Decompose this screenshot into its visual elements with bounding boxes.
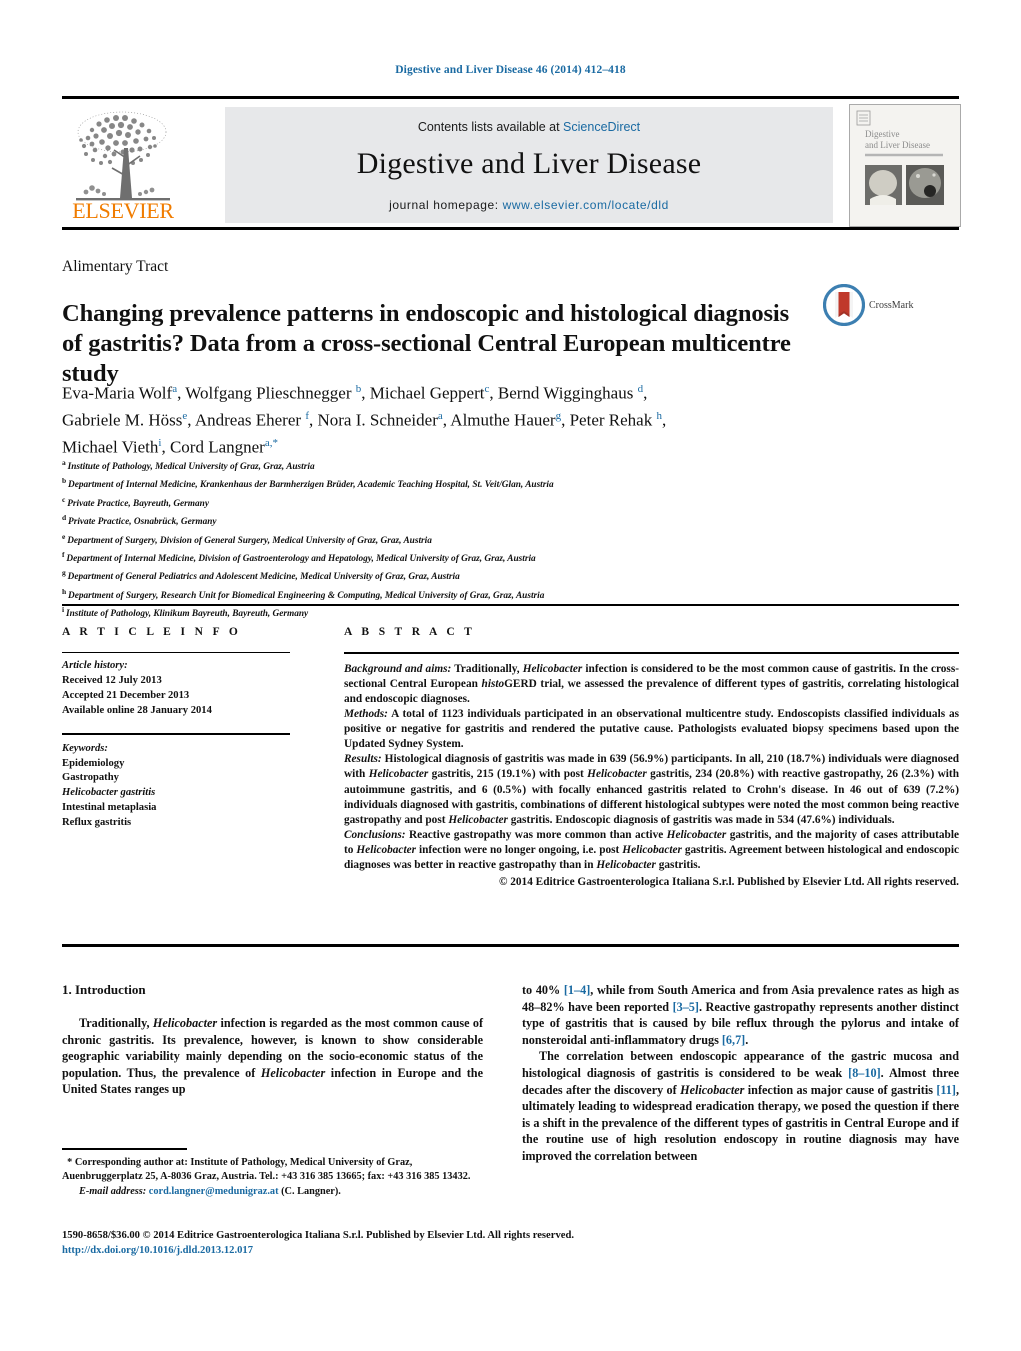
footnote-asterisk: * [62, 1157, 75, 1168]
body-column-right: to 40% [1–4], while from South America a… [522, 982, 959, 1165]
abstract-results-label: Results: [344, 753, 382, 766]
affiliation-text: Department of Internal Medicine, Kranken… [68, 480, 554, 491]
keyword-item: Reflux gastritis [62, 816, 132, 828]
affiliation-text: Department of General Pediatrics and Ado… [67, 572, 460, 583]
abstract-bottom-rule [62, 944, 959, 947]
article-history-block: Article history: Received 12 July 2013 A… [62, 659, 307, 718]
affiliation-text: Institute of Pathology, Medical Universi… [67, 462, 315, 473]
journal-masthead: ELSEVIER Contents lists available at Sci… [62, 96, 961, 230]
abstract-results: Results: Histological diagnosis of gastr… [344, 752, 959, 827]
affiliation-item: e Department of Surgery, Division of Gen… [62, 530, 882, 548]
keywords-rule [62, 733, 290, 735]
issn-copyright-line: 1590-8658/$36.00 © 2014 Editrice Gastroe… [62, 1230, 574, 1241]
email-line: E-mail address: cord.langner@medunigraz.… [62, 1185, 488, 1199]
accepted-date: Accepted 21 December 2013 [62, 689, 190, 701]
email-person: (C. Langner). [281, 1185, 341, 1197]
masthead-top-rule [62, 96, 959, 99]
info-section-rule [62, 604, 959, 606]
affiliation-text: Private Practice, Osnabrück, Germany [68, 517, 217, 528]
abstract-methods: Methods: A total of 1123 individuals par… [344, 707, 959, 752]
affiliation-item: c Private Practice, Bayreuth, Germany [62, 493, 882, 511]
abstract-background: Background and aims: Traditionally, Heli… [344, 662, 959, 707]
elsevier-tree-icon [76, 111, 170, 201]
journal-title: Digestive and Liver Disease [356, 147, 702, 180]
affiliation-text: Institute of Pathology, Klinikum Bayreut… [65, 609, 309, 620]
keywords-block: Keywords: Epidemiology Gastropathy Helic… [62, 742, 307, 831]
author-list: Eva-Maria Wolfa, Wolfgang Plieschnegger … [62, 383, 667, 457]
crossmark-badge[interactable]: CrossMark [822, 283, 943, 330]
introduction-paragraph-left: Traditionally, Helicobacter infection is… [62, 1015, 483, 1098]
journal-homepage-line: journal homepage: www.elsevier.com/locat… [225, 198, 833, 212]
abstract-copyright: © 2014 Editrice Gastroenterologica Itali… [499, 876, 959, 889]
intro-para-1-part-1: Traditionally, Helicobacter infection is… [62, 1016, 483, 1097]
affiliation-item: g Department of General Pediatrics and A… [62, 566, 882, 584]
abstract-background-label: Background and aims: [344, 662, 452, 675]
abstract-column: A B S T R A C T Background and aims: Tra… [344, 626, 959, 890]
article-info-heading: A R T I C L E I N F O [62, 626, 242, 638]
article-info-column: A R T I C L E I N F O Article history: R… [62, 626, 307, 831]
affiliation-item: d Private Practice, Osnabrück, Germany [62, 511, 882, 529]
abstract-conclusions-label: Conclusions: [344, 828, 406, 841]
sciencedirect-link[interactable]: ScienceDirect [563, 120, 640, 134]
email-address-label: E-mail address: [79, 1185, 147, 1197]
abstract-rule [344, 652, 959, 654]
svg-text:Digestive: Digestive [865, 129, 900, 139]
affiliation-text: Department of Surgery, Research Unit for… [68, 590, 545, 601]
affiliation-item: a Institute of Pathology, Medical Univer… [62, 456, 882, 474]
abstract-results-text: Histological diagnosis of gastritis was … [344, 753, 959, 826]
affiliation-text: Department of Internal Medicine, Divisio… [66, 554, 536, 565]
corresponding-author-detail: Corresponding author at: Institute of Pa… [62, 1157, 471, 1183]
keyword-item: Gastropathy [62, 772, 119, 784]
imprint-block: 1590-8658/$36.00 © 2014 Editrice Gastroe… [62, 1228, 762, 1258]
corresponding-author-text: * Corresponding author at: Institute of … [62, 1156, 488, 1185]
masthead-bottom-rule [62, 226, 959, 230]
contents-prefix-text: Contents lists available at [417, 120, 564, 134]
keywords-label: Keywords: [62, 742, 108, 754]
intro-para-2: The correlation between endoscopic appea… [522, 1049, 960, 1163]
abstract-methods-label: Methods: [344, 708, 388, 721]
corresponding-author-footnote: * Corresponding author at: Institute of … [62, 1156, 488, 1199]
email-address-link[interactable]: cord.langner@medunigraz.at [149, 1186, 279, 1197]
journal-homepage-link[interactable]: www.elsevier.com/locate/dld [503, 198, 669, 212]
abstract-methods-text: A total of 1123 individuals participated… [344, 708, 959, 751]
article-history-label: Article history: [62, 660, 128, 672]
introduction-heading: 1. Introduction [62, 982, 146, 997]
affiliation-item: f Department of Internal Medicine, Divis… [62, 548, 882, 566]
section-kicker: Alimentary Tract [62, 258, 169, 275]
homepage-prefix-text: journal homepage: [389, 198, 503, 212]
article-info-rule [62, 652, 290, 654]
body-column-left: 1. Introduction Traditionally, Helicobac… [62, 982, 483, 1098]
introduction-paragraphs-right: to 40% [1–4], while from South America a… [522, 982, 959, 1165]
svg-text:and Liver Disease: and Liver Disease [865, 140, 930, 150]
keyword-item: Intestinal metaplasia [62, 801, 157, 813]
intro-para-1-part-2: to 40% [1–4], while from South America a… [522, 983, 959, 1047]
elsevier-logo: ELSEVIER [62, 106, 184, 224]
affiliation-text: Department of Surgery, Division of Gener… [67, 535, 432, 546]
received-date: Received 12 July 2013 [62, 675, 162, 687]
contents-lists-line: Contents lists available at ScienceDirec… [225, 120, 833, 134]
affiliation-text: Private Practice, Bayreuth, Germany [67, 498, 209, 509]
affiliation-item: i Institute of Pathology, Klinikum Bayre… [62, 603, 882, 621]
abstract-heading: A B S T R A C T [344, 626, 476, 638]
affiliation-item: b Department of Internal Medicine, Krank… [62, 474, 882, 492]
page-title: Changing prevalence patterns in endoscop… [62, 300, 791, 388]
journal-cover-thumbnail: Digestive and Liver Disease [849, 104, 961, 227]
journal-banner: Contents lists available at ScienceDirec… [225, 107, 833, 223]
running-head: Digestive and Liver Disease 46 (2014) 41… [395, 64, 626, 76]
available-online-date: Available online 28 January 2014 [62, 704, 212, 716]
doi-link[interactable]: http://dx.doi.org/10.1016/j.dld.2013.12.… [62, 1243, 762, 1258]
paper-page: Digestive and Liver Disease 46 (2014) 41… [0, 0, 1021, 1351]
footnote-rule [62, 1148, 187, 1150]
affiliation-list: a Institute of Pathology, Medical Univer… [62, 456, 882, 622]
crossmark-icon [822, 283, 866, 327]
crossmark-label: CrossMark [869, 300, 914, 311]
abstract-body: Background and aims: Traditionally, Heli… [344, 662, 959, 890]
abstract-conclusions: Conclusions: Reactive gastropathy was mo… [344, 828, 959, 873]
cover-artwork-icon: Digestive and Liver Disease [850, 105, 960, 226]
elsevier-wordmark: ELSEVIER [72, 198, 174, 223]
keyword-item: Epidemiology [62, 757, 125, 769]
affiliation-item: h Department of Surgery, Research Unit f… [62, 585, 882, 603]
keyword-item: Helicobacter gastritis [62, 787, 156, 799]
abstract-conclusions-text: Reactive gastropathy was more common tha… [344, 828, 959, 872]
